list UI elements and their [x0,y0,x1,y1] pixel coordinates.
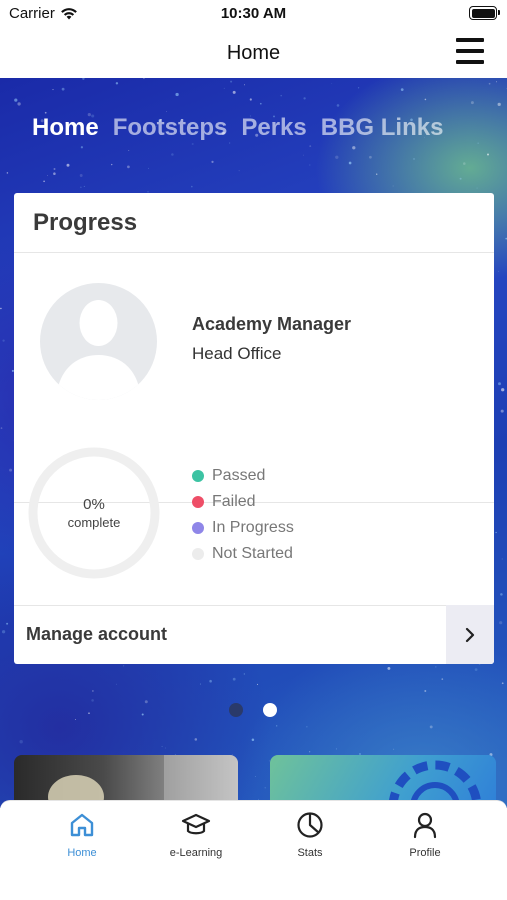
completion-label: complete [67,515,121,530]
top-tab-home[interactable]: Home [32,114,99,142]
chevron-right-icon [465,627,475,642]
page-dot[interactable] [229,703,243,717]
manage-account-label: Manage account [26,624,168,644]
legend-item-not-started: Not Started [192,541,294,567]
legend-item-failed: Failed [192,489,294,515]
user-office: Head Office [192,344,282,363]
progress-card: Progress Academy Manager Head Office 0% … [14,193,494,664]
completion-readout: 0% complete [28,447,160,579]
legend-label: Passed [212,467,266,484]
status-bar: Carrier 10:30 AM [0,0,507,30]
home-icon [70,813,94,837]
page-dot-active[interactable] [263,703,277,717]
manage-account-button[interactable] [446,605,494,664]
top-tab-footsteps[interactable]: Footsteps [113,114,228,142]
hero-background: Home Footsteps Perks BBG Links Progress … [0,78,507,808]
battery-icon [469,6,500,20]
tab-home[interactable]: Home [37,811,127,859]
passed-dot-icon [192,470,204,482]
tab-label: Home [67,847,97,859]
user-name: Academy Manager [192,314,352,334]
top-tab-perks[interactable]: Perks [241,114,306,142]
tab-e-learning[interactable]: e-Learning [151,811,241,859]
hamburger-menu-icon[interactable] [456,38,484,64]
in-progress-dot-icon [192,522,204,534]
tab-label: e-Learning [169,847,223,859]
manage-account-row[interactable]: Manage account [14,605,494,664]
top-tab-bbg-links[interactable]: BBG Links [321,114,444,142]
graduation-cap-icon [181,813,211,835]
completion-percent: 0% [83,496,105,513]
page-title: Home [226,42,281,64]
divider [14,252,494,253]
legend-item-passed: Passed [192,463,294,489]
avatar-placeholder-icon [40,283,157,400]
legend-label: Not Started [212,545,293,562]
not-started-dot-icon [192,548,204,560]
user-icon [413,812,437,839]
carousel-page-indicator [229,703,277,717]
status-legend: Passed Failed In Progress Not Started [192,463,294,567]
status-time: 10:30 AM [220,5,287,22]
navigation-bar: Home [0,30,507,78]
failed-dot-icon [192,496,204,508]
pie-chart-icon [297,812,323,838]
tab-label: Stats [297,847,323,859]
top-tab-bar: Home Footsteps Perks BBG Links [32,114,443,142]
tab-profile[interactable]: Profile [380,811,470,859]
tab-stats[interactable]: Stats [265,811,355,859]
tab-label: Profile [409,847,441,859]
legend-label: Failed [212,493,256,510]
legend-label: In Progress [212,519,294,536]
card-title: Progress [33,209,138,236]
legend-item-in-progress: In Progress [192,515,294,541]
bottom-tab-bar: Home e-Learning Stats Profile [0,800,507,900]
